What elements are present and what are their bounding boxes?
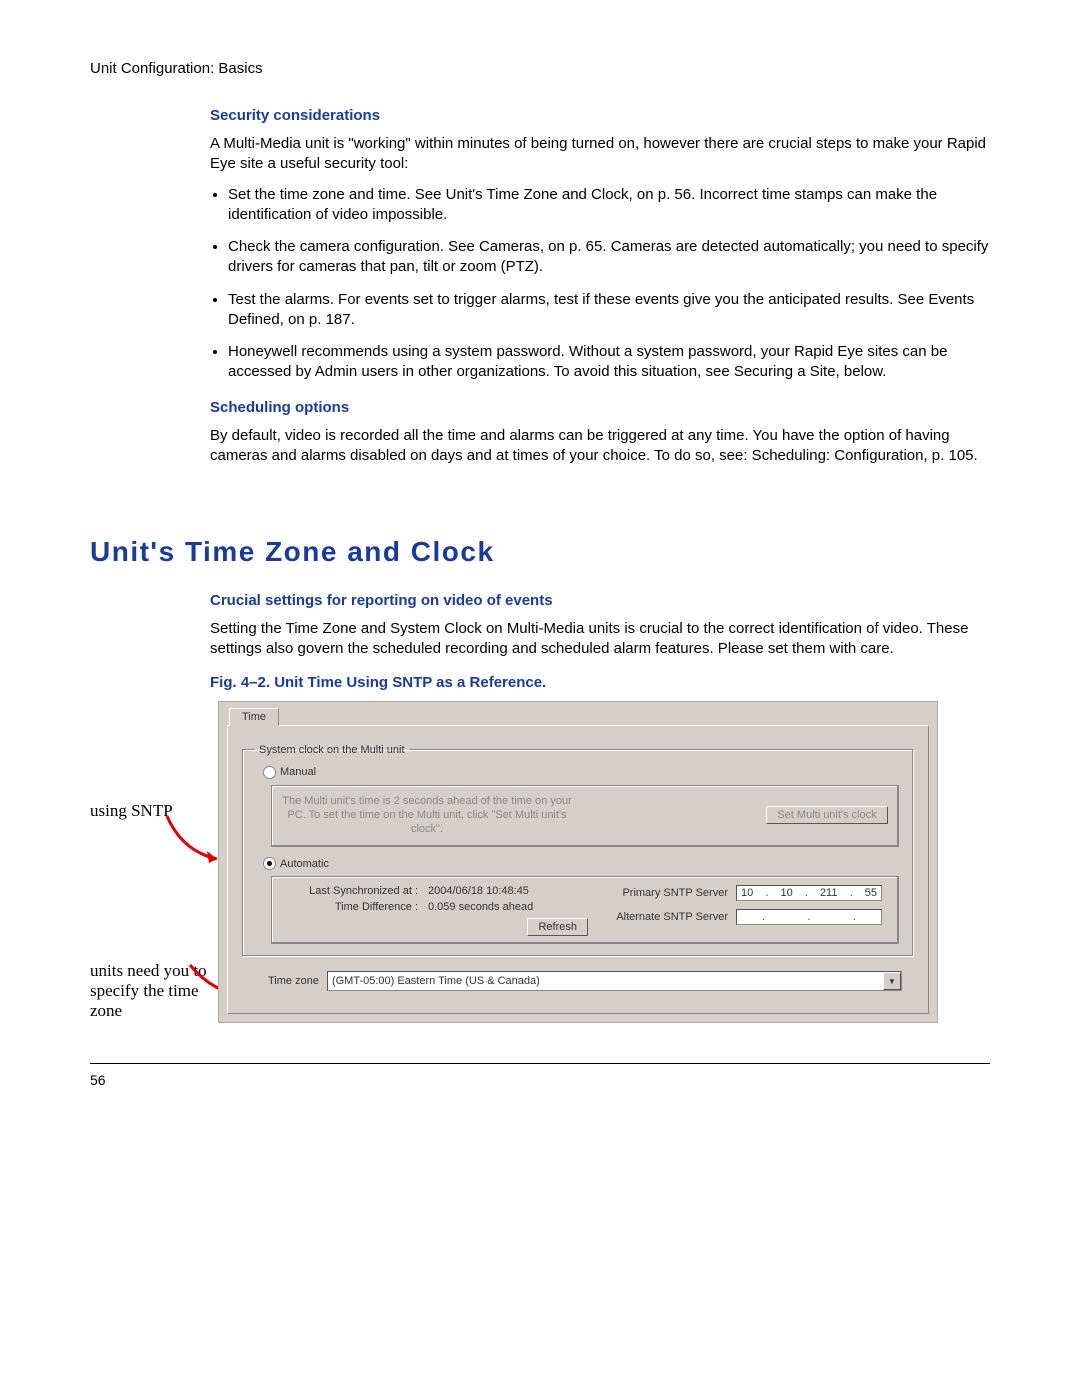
group-legend: System clock on the Multi unit: [255, 744, 409, 756]
annotation-sntp: using SNTP: [90, 801, 173, 821]
subheading-scheduling: Scheduling options: [210, 399, 990, 416]
primary-sntp-input[interactable]: 10. 10. 211. 55: [736, 885, 882, 901]
list-item: Check the camera configuration. See Came…: [228, 237, 990, 278]
system-clock-group: System clock on the Multi unit Manual Th…: [242, 744, 914, 958]
list-item: Test the alarms. For events set to trigg…: [228, 290, 990, 331]
time-panel: Time System clock on the Multi unit Manu…: [218, 701, 938, 1024]
refresh-button[interactable]: Refresh: [527, 918, 588, 936]
list-item: Set the time zone and time. See Unit's T…: [228, 185, 990, 226]
bullet-list: Set the time zone and time. See Unit's T…: [210, 185, 990, 383]
alternate-sntp-input[interactable]: . . .: [736, 909, 882, 925]
paragraph: Setting the Time Zone and System Clock o…: [210, 619, 990, 660]
last-sync-value: 2004/06/18 10:48:45: [428, 885, 529, 897]
paragraph: By default, video is recorded all the ti…: [210, 426, 990, 467]
last-sync-label: Last Synchronized at :: [298, 885, 418, 897]
radio-label: Automatic: [280, 858, 329, 870]
figure-caption: Fig. 4–2. Unit Time Using SNTP as a Refe…: [210, 674, 990, 691]
divider: [90, 1063, 990, 1064]
tab-time[interactable]: Time: [229, 708, 279, 726]
radio-icon[interactable]: [263, 766, 276, 779]
radio-label: Manual: [280, 766, 316, 778]
time-diff-label: Time Difference :: [298, 901, 418, 913]
page-header: Unit Configuration: Basics: [90, 60, 990, 77]
subheading-security: Security considerations: [210, 107, 990, 124]
set-clock-button: Set Multi unit's clock: [766, 806, 888, 824]
primary-sntp-label: Primary SNTP Server: [608, 887, 728, 899]
manual-message: The Multi unit's time is 2 seconds ahead…: [282, 794, 572, 837]
manual-subgroup: The Multi unit's time is 2 seconds ahead…: [271, 785, 899, 848]
page-number: 56: [90, 1072, 990, 1088]
alternate-sntp-label: Alternate SNTP Server: [608, 911, 728, 923]
time-diff-value: 0.059 seconds ahead: [428, 901, 533, 913]
automatic-subgroup: Last Synchronized at : 2004/06/18 10:48:…: [271, 876, 899, 944]
timezone-label: Time zone: [268, 975, 319, 987]
radio-automatic-row[interactable]: Automatic: [263, 857, 901, 870]
radio-manual-row[interactable]: Manual: [263, 766, 901, 779]
paragraph: A Multi-Media unit is "working" within m…: [210, 134, 990, 175]
timezone-select[interactable]: (GMT-05:00) Eastern Time (US & Canada) ▼: [327, 971, 902, 991]
list-item: Honeywell recommends using a system pass…: [228, 342, 990, 383]
subheading-crucial: Crucial settings for reporting on video …: [210, 592, 990, 609]
radio-icon[interactable]: [263, 857, 276, 870]
timezone-value: (GMT-05:00) Eastern Time (US & Canada): [332, 975, 540, 987]
heading-main: Unit's Time Zone and Clock: [90, 536, 990, 568]
chevron-down-icon[interactable]: ▼: [883, 972, 901, 990]
annotation-column: using SNTP units need you to specify the…: [90, 701, 210, 1024]
